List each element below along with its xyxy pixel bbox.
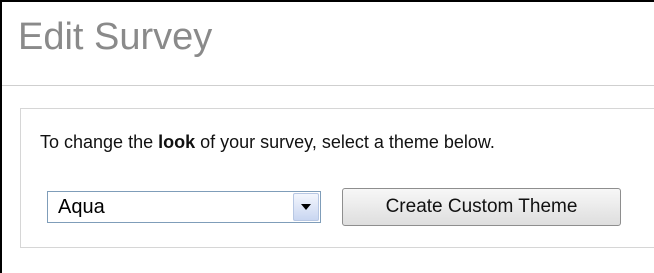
theme-select-value: Aqua — [58, 196, 105, 218]
theme-instructions: To change the look of your survey, selec… — [40, 130, 495, 154]
theme-dropdown-button[interactable] — [293, 193, 319, 221]
create-custom-theme-button[interactable]: Create Custom Theme — [342, 188, 621, 226]
instruction-prefix: To change the — [40, 132, 159, 152]
instruction-emphasis: look — [158, 132, 196, 152]
theme-panel — [20, 108, 654, 248]
page-title: Edit Survey — [18, 16, 213, 58]
instruction-suffix: of your survey, select a theme below. — [195, 132, 495, 152]
title-divider — [2, 85, 654, 86]
theme-select[interactable]: Aqua — [47, 191, 321, 223]
chevron-down-icon — [301, 204, 311, 210]
